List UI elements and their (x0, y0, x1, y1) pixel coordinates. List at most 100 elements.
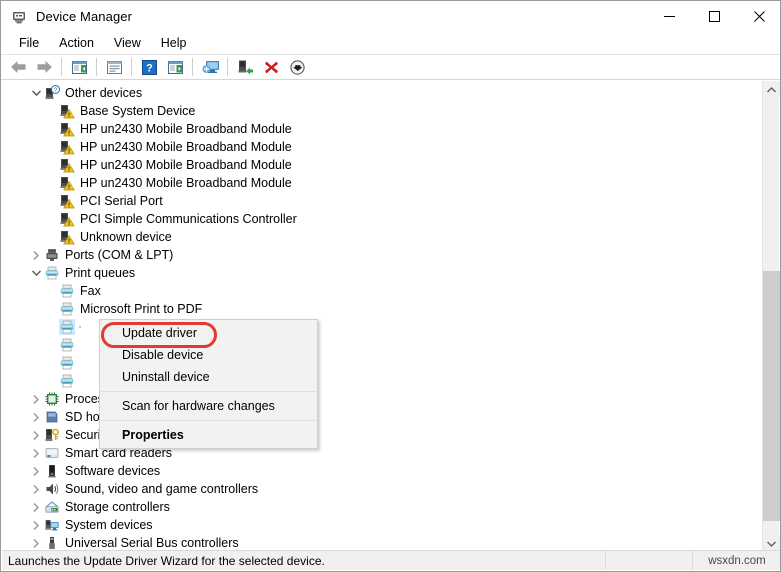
chevron-down-icon[interactable] (28, 85, 44, 101)
show-hide-console-tree-button[interactable] (67, 56, 91, 78)
tree-row[interactable]: HP un2430 Mobile Broadband Module (2, 120, 757, 138)
system-device-icon (44, 517, 60, 533)
chevron-right-icon[interactable] (28, 247, 44, 263)
action-pane-icon (167, 60, 184, 75)
chevron-right-icon[interactable] (28, 463, 44, 479)
tree-row[interactable]: PCI Simple Communications Controller (2, 210, 757, 228)
ctx-properties[interactable]: Properties (100, 424, 317, 446)
tree-row[interactable]: HP un2430 Mobile Broadband Module (2, 156, 757, 174)
tree-row-label: Print queues (65, 266, 136, 280)
tree-row[interactable]: ? Other devices (2, 84, 757, 102)
printer-icon (44, 265, 60, 281)
tree-row[interactable]: Fax (2, 282, 757, 300)
chevron-right-icon[interactable] (28, 445, 44, 461)
properties-button[interactable] (102, 56, 126, 78)
tree-row-label: Base System Device (80, 104, 196, 118)
menu-action[interactable]: Action (49, 34, 104, 52)
action-pane-button[interactable] (163, 56, 187, 78)
device-manager-window: Device Manager File Action View Help ? ?… (0, 0, 781, 572)
tree-row-label: Universal Serial Bus controllers (65, 536, 239, 550)
context-menu-separator (101, 420, 316, 421)
scrollbar-thumb[interactable] (763, 271, 780, 521)
context-menu-item-label: Properties (122, 428, 184, 442)
chevron-right-icon[interactable] (28, 481, 44, 497)
uninstall-device-button[interactable] (259, 56, 283, 78)
window-title: Device Manager (36, 9, 133, 24)
ctx-disable-device[interactable]: Disable device (100, 344, 317, 366)
down-arrow-circle-icon (289, 59, 305, 75)
tree-row-label: Microsoft Print to PDF (80, 302, 203, 316)
chevron-right-icon[interactable] (28, 499, 44, 515)
printer-icon (59, 337, 75, 353)
disable-device-button[interactable] (285, 56, 309, 78)
window-controls (647, 1, 780, 32)
minimize-button[interactable] (647, 1, 692, 32)
back-button[interactable] (6, 56, 30, 78)
tree-row[interactable]: Base System Device (2, 102, 757, 120)
toolbar: ? (1, 54, 780, 80)
chevron-right-icon[interactable] (28, 535, 44, 551)
vertical-scrollbar[interactable] (762, 81, 780, 552)
sd-host-icon (44, 409, 60, 425)
tree-row[interactable]: System devices (2, 516, 757, 534)
svg-text:?: ? (54, 87, 58, 94)
tree-row-label: Ports (COM & LPT) (65, 248, 174, 262)
warning-device-icon (59, 139, 75, 155)
scan-hardware-changes-button[interactable] (198, 56, 222, 78)
warning-device-icon (59, 157, 75, 173)
menu-file[interactable]: File (9, 34, 49, 52)
toolbar-separator (227, 58, 228, 76)
ctx-scan-hardware[interactable]: Scan for hardware changes (100, 395, 317, 417)
context-menu-item-label: Update driver (122, 326, 198, 340)
chevron-right-icon[interactable] (28, 427, 44, 443)
properties-window-icon (106, 60, 123, 75)
chevron-down-icon[interactable] (28, 265, 44, 281)
tree-row[interactable]: Sound, video and game controllers (2, 480, 757, 498)
warning-device-icon (59, 121, 75, 137)
help-button[interactable]: ? (137, 56, 161, 78)
update-driver-button[interactable] (233, 56, 257, 78)
processor-icon (44, 391, 60, 407)
tree-row[interactable]: HP un2430 Mobile Broadband Module (2, 174, 757, 192)
watermark-label: wsxdn.com (692, 551, 780, 570)
ctx-uninstall-device[interactable]: Uninstall device (100, 366, 317, 388)
chevron-right-icon[interactable] (28, 391, 44, 407)
menu-view[interactable]: View (104, 34, 151, 52)
printer-icon (59, 373, 75, 389)
status-message: Launches the Update Driver Wizard for th… (8, 553, 325, 568)
ctx-update-driver[interactable]: Update driver (100, 322, 317, 344)
close-button[interactable] (737, 1, 780, 32)
scan-monitor-icon (201, 59, 220, 75)
usb-icon (44, 535, 60, 551)
menu-help[interactable]: Help (151, 34, 197, 52)
scroll-up-arrow-icon[interactable] (763, 81, 780, 98)
tree-row[interactable]: HP un2430 Mobile Broadband Module (2, 138, 757, 156)
menu-bar: File Action View Help (1, 32, 780, 54)
tree-row[interactable]: Microsoft Print to PDF (2, 300, 757, 318)
red-x-icon (264, 60, 279, 75)
context-menu-separator (101, 391, 316, 392)
forward-button[interactable] (32, 56, 56, 78)
tree-row-label: Software devices (65, 464, 161, 478)
chevron-right-icon[interactable] (28, 517, 44, 533)
device-tree: ? Other devices Base System Device HP un243… (2, 84, 757, 551)
context-menu[interactable]: Update driver Disable device Uninstall dev… (99, 319, 318, 449)
update-driver-icon (237, 59, 254, 75)
maximize-button[interactable] (692, 1, 737, 32)
tree-row[interactable]: Storage controllers (2, 498, 757, 516)
toolbar-separator (192, 58, 193, 76)
speaker-icon (44, 481, 60, 497)
context-menu-item-label: Scan for hardware changes (122, 399, 275, 413)
device-tree-panel[interactable]: ? Other devices Base System Device HP un243… (2, 81, 780, 553)
tree-row[interactable]: Unknown device (2, 228, 757, 246)
tree-row[interactable]: Print queues (2, 264, 757, 282)
tree-row[interactable]: Ports (COM & LPT) (2, 246, 757, 264)
back-arrow-icon (10, 60, 27, 74)
printer-icon (59, 355, 75, 371)
tree-row[interactable]: PCI Serial Port (2, 192, 757, 210)
context-menu-item-label: Disable device (122, 348, 204, 362)
status-segment (605, 551, 692, 570)
tree-row[interactable]: Software devices (2, 462, 757, 480)
chevron-right-icon[interactable] (28, 409, 44, 425)
port-icon (44, 247, 60, 263)
